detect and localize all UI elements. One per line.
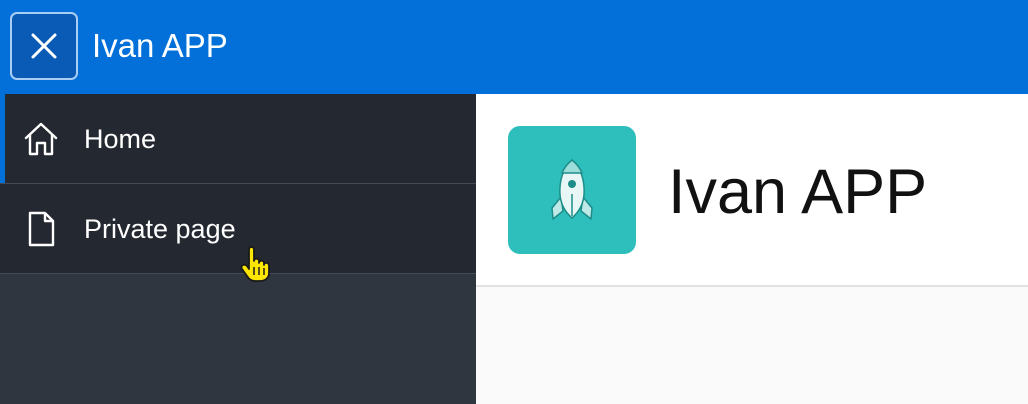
rocket-icon (551, 158, 593, 220)
app-title: Ivan APP (92, 27, 228, 64)
top-bar: Ivan APP (0, 0, 1028, 94)
sidebar-item-label: Private page (84, 213, 236, 244)
app-logo (508, 126, 636, 254)
main-content: Ivan APP (476, 94, 1028, 404)
hand-pointer-icon (240, 246, 270, 282)
divider (0, 273, 476, 274)
home-icon (22, 120, 60, 158)
page-header: Ivan APP (476, 94, 1028, 287)
page-title: Ivan APP (668, 157, 928, 227)
sidebar-item-home[interactable]: Home (0, 94, 476, 183)
close-menu-button[interactable] (10, 12, 78, 80)
sidebar-item-private-page[interactable]: Private page (0, 184, 476, 273)
sidebar-menu: Home Private page (0, 94, 476, 404)
close-icon (31, 33, 57, 59)
document-icon (22, 210, 60, 248)
sidebar-item-label: Home (84, 123, 157, 154)
